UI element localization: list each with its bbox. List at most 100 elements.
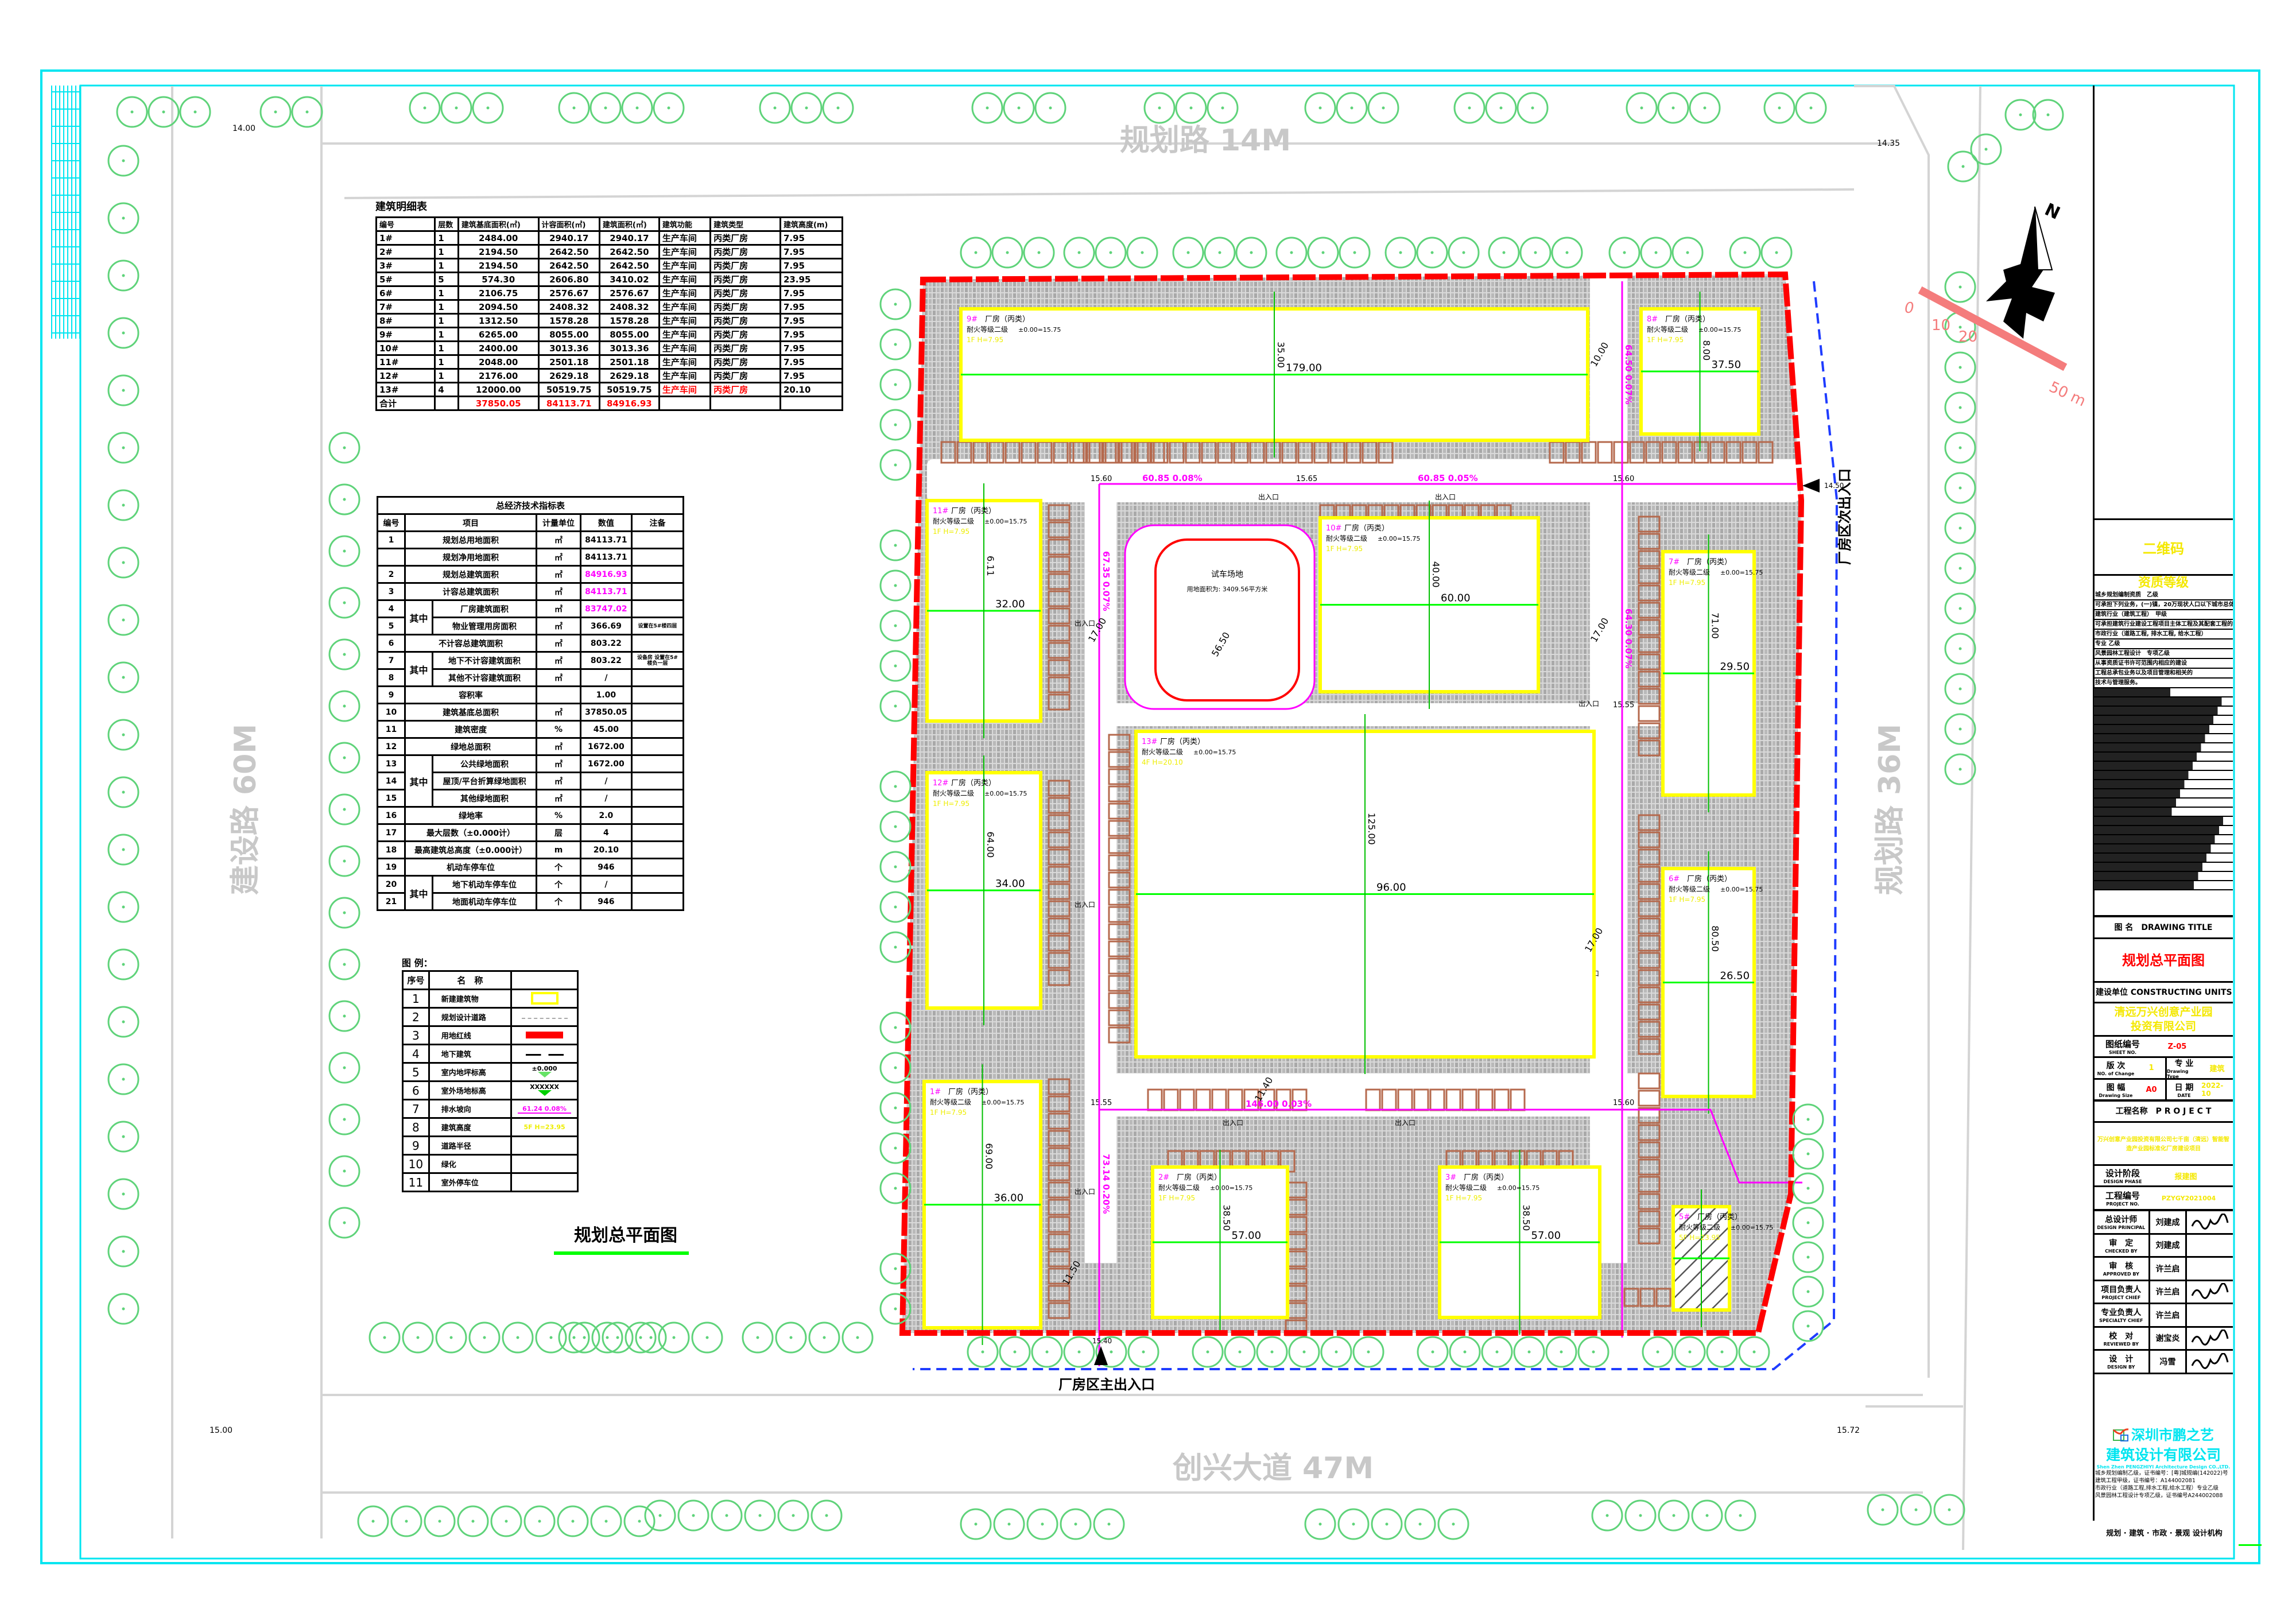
gate-label: 出入口 [1258,493,1279,501]
client-label-en: CONSTRUCTING UNITS [2130,988,2232,997]
unit: ㎡ [536,651,581,670]
note [630,892,685,911]
firm-name-line2: 建筑设计有限公司 [2105,1447,2221,1463]
row-number: 9 [377,685,406,704]
role-label-en: PROJECT CHIEF [2101,1294,2141,1300]
tree-icon [328,1000,360,1032]
tree-icon [1689,92,1721,124]
tree-icon [1449,1336,1481,1368]
svg-text:50 m: 50 m [2046,378,2088,410]
legend-name: 室内地坪标高 [428,1062,513,1082]
building-cell: 生产车间 [658,299,712,315]
tree-icon [472,92,504,124]
building-cell: 丙类厂房 [709,382,781,397]
gate-label: 出入口 [1578,700,1599,708]
value: 83747.02 [579,599,633,618]
qualification-fine-print [2094,854,2233,863]
building-height: 5F H=23.95 [1679,1234,1720,1242]
dimension-label: 35.00 [1275,342,1286,368]
building-id: 12# [933,779,948,788]
building-cell: 生产车间 [658,244,712,259]
legend-symbol [510,1025,579,1045]
total-cell: 合计 [375,396,436,411]
value: / [579,772,633,790]
svg-text:10: 10 [1932,317,1950,334]
test-track-loop [1154,538,1300,701]
building-cell: 丙类厂房 [709,327,781,342]
tree-icon [1307,237,1339,269]
dimension-label: 57.00 [1232,1230,1262,1242]
building-cell: 1 [434,313,459,328]
tree-icon [1060,1508,1092,1540]
tree-icon [1023,237,1055,269]
tree-icon [879,1011,912,1044]
building-row: 3# 1 2194.50 2642.50 2642.50 生产车间 丙类厂房 7.95 [375,258,844,273]
tree-icon [1944,673,1976,705]
building-cell: 2501.18 [598,354,660,370]
building-cell: 生产车间 [658,368,712,383]
column-header: 计容面积(㎡) [537,216,600,232]
unit: ㎡ [536,548,581,567]
fire-rating: 耐火等级二级 [1142,748,1183,756]
slope-symbol: 61.24 0.08% [518,1105,571,1114]
qualification-fine-print [2094,688,2233,697]
building-cell: 1312.50 [457,313,540,328]
signature-row: 项目负责人 PROJECT CHIEF 许兰启 [2094,1281,2233,1304]
legend-symbol: ±0.000 [510,1062,579,1082]
building-cell: 7.95 [779,368,844,383]
dimension-label: 36.00 [994,1192,1024,1204]
tree-icon [1760,237,1793,269]
tree-icon [993,1508,1025,1540]
tree-icon [107,891,139,923]
dimension-label: 26.50 [1720,970,1750,982]
column-header: 项目 [404,513,538,532]
legend-number: 4 [402,1044,430,1064]
row-number: 8 [377,668,406,687]
tree-icon [1944,713,1976,745]
building-row: 1# 1 2484.00 2940.17 2940.17 生产车间 丙类厂房 7.95 [375,230,844,246]
building-12: 12# 厂房（丙类）耐火等级二级 ±0.00=15.75 1F H=7.95 34.00… [925,755,1042,1025]
signer-name: 刘建成 [2150,1211,2188,1233]
firm-footer: 规划 · 建筑 · 市政 · 景观 设计机构 [2106,1529,2223,1538]
tree-icon [1175,92,1207,124]
building-height: 1F H=7.95 [1445,1194,1482,1202]
red-line-symbol-icon [526,1031,564,1038]
footer-rule [2239,1544,2262,1546]
building-cell: 1 [434,299,459,315]
building-11: 11# 厂房（丙类）耐火等级二级 ±0.00=15.75 1F H=7.95 32.00… [925,483,1042,738]
qualification-title: 资质等级 [2138,576,2189,590]
building-cell: 1 [434,244,459,259]
tree-icon [1674,1336,1706,1368]
tree-icon [1437,1508,1469,1540]
building-cell: 574.30 [457,272,540,287]
building-height: 1F H=7.95 [933,800,969,808]
building-label: 厂房（丙类） [1697,1212,1742,1222]
dimension-label: 32.00 [995,598,1025,610]
building-cell: 3# [375,258,436,273]
signer-name: 许兰启 [2150,1304,2188,1326]
qualification-fine-print [2094,835,2233,844]
item-name: 其他不计容建筑面积 [431,668,538,687]
drawing-title-en: DRAWING TITLE [2141,923,2213,932]
tree-icon [1944,512,1976,544]
building-height: 1F H=7.95 [1669,579,1705,587]
role-label: 总设计师 [2105,1215,2138,1225]
legend-number: 3 [402,1025,430,1045]
row-number: 13 [377,754,406,773]
role-label: 设 计 [2109,1355,2134,1365]
fire-rating: 耐火等级二级 [930,1098,971,1106]
building-cell: 7.95 [779,258,844,273]
tree-icon [1944,271,1976,303]
building-id: 6# [1669,875,1680,883]
building-13: 13# 厂房（丙类） 耐火等级二级 ±0.00=15.75 4F H=20.10 96.0… [1134,714,1596,1074]
total-cell [434,396,459,411]
firm-name-en: Shen Zhen PENGZHIYI Architecture Design … [2096,1464,2231,1470]
tree-icon [148,96,180,128]
building-cell: 丙类厂房 [709,258,781,273]
qualification-line: 专业 乙级 [2094,639,2233,649]
building-cell: 6# [375,285,436,301]
sheet-no-row: 图纸编号 SHEET NO. Z-05 [2094,1037,2233,1058]
tree-icon [328,690,360,722]
unit: ㎡ [536,582,581,601]
unit: ㎡ [536,617,581,635]
